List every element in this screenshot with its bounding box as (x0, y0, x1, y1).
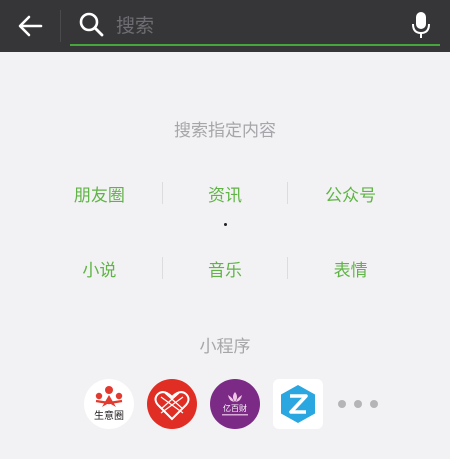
category-news[interactable]: 资讯 (163, 173, 288, 213)
mini-programs-title: 小程序 (199, 337, 251, 357)
pinduoduo-app-icon[interactable] (147, 379, 197, 429)
category-novels[interactable]: 小说 (37, 248, 162, 288)
category-official-accounts[interactable]: 公众号 (288, 173, 413, 213)
header-divider (60, 10, 61, 42)
more-dot (370, 400, 378, 408)
lotus-app-label: 亿百财 (223, 403, 247, 413)
top-bar (0, 0, 450, 52)
decorative-dot (224, 223, 227, 226)
search-input[interactable] (114, 10, 398, 42)
back-button[interactable] (14, 11, 46, 41)
category-moments[interactable]: 朋友圈 (37, 173, 162, 213)
shengyiquan-app-icon[interactable]: 生意圈 (84, 379, 134, 429)
shengyiquan-logo-icon: 生意圈 (94, 386, 124, 422)
z-logo-icon (281, 385, 315, 423)
category-music[interactable]: 音乐 (163, 248, 288, 288)
category-row-1: 朋友圈 资讯 公众号 (37, 173, 413, 213)
search-icon (79, 12, 104, 37)
search-bar[interactable] (70, 6, 440, 46)
specific-content-title: 搜索指定内容 (174, 121, 276, 141)
arrow-left-icon (18, 15, 43, 37)
category-stickers[interactable]: 表情 (288, 248, 413, 288)
more-dot (338, 400, 346, 408)
shengyiquan-label: 生意圈 (94, 409, 124, 422)
category-row-2: 小说 音乐 表情 (37, 248, 413, 288)
mini-programs-list: 生意圈 亿百财 (84, 378, 380, 430)
microphone-icon[interactable] (410, 10, 432, 40)
more-dot (354, 400, 362, 408)
lotus-icon: 亿百财 (222, 392, 248, 416)
purple-lotus-app-icon[interactable]: 亿百财 (210, 379, 260, 429)
more-dots-icon[interactable] (336, 379, 380, 429)
zhihu-z-app-icon[interactable] (273, 379, 323, 429)
heart-icon (154, 391, 190, 421)
